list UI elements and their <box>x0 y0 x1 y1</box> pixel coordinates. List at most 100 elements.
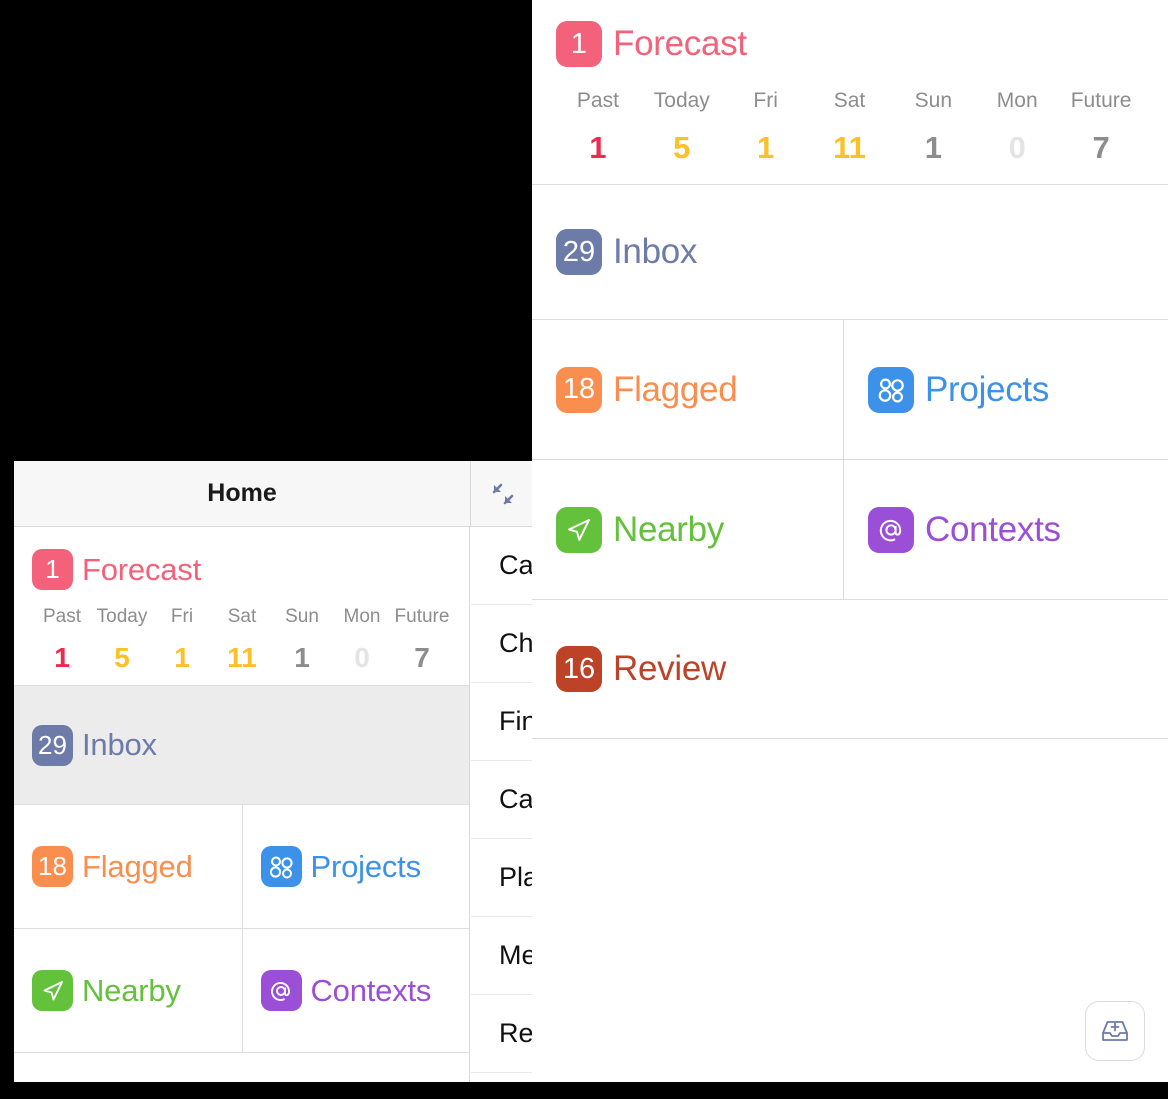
panel-item-label: Inbox <box>613 232 698 271</box>
forecast-day-label: Sun <box>914 89 953 112</box>
panel-empty-area <box>532 739 1168 1082</box>
panel-item-label: Contexts <box>925 509 1061 549</box>
forecast-day-column[interactable]: Today 5 <box>92 606 152 674</box>
list-item[interactable]: Plan <box>471 839 535 917</box>
panel-item-forecast[interactable]: 1 Forecast Past 1 Today 5 Fri 1 Sat 11 S… <box>532 0 1168 185</box>
inbox-badge: 29 <box>32 724 73 766</box>
list-item[interactable]: Rem <box>471 995 535 1073</box>
sidebar-item-label: Forecast <box>82 551 201 587</box>
forecast-day-label: Fri <box>753 89 778 112</box>
projects-circles-icon <box>260 846 302 887</box>
forecast-day-column[interactable]: Fri 1 <box>152 606 212 674</box>
sidebar-row-nearby-contexts: Nearby Contexts <box>14 929 469 1053</box>
forecast-day-count: 11 <box>833 130 866 165</box>
forecast-day-column[interactable]: Sun 1 <box>891 89 975 166</box>
review-badge: 16 <box>556 646 602 692</box>
sidebar-item-inbox[interactable]: 29 Inbox <box>14 686 469 805</box>
forecast-day-count: 1 <box>174 642 190 673</box>
panel-item-flagged[interactable]: 18 Flagged <box>532 320 843 459</box>
list-item[interactable]: Call <box>471 527 535 605</box>
forecast-day-label: Sat <box>833 89 866 112</box>
forecast-day-label: Fri <box>170 606 194 627</box>
forecast-day-label: Today <box>96 606 148 627</box>
forecast-day-count: 11 <box>227 642 257 673</box>
forecast-day-count: 1 <box>54 642 70 673</box>
list-item[interactable]: Call <box>471 761 535 839</box>
forecast-day-count: 5 <box>673 130 691 165</box>
forecast-day-label: Mon <box>996 89 1038 112</box>
forecast-day-count: 7 <box>414 642 430 673</box>
inbox-tray-plus-icon[interactable] <box>1085 1001 1145 1061</box>
list-item[interactable]: Mee <box>471 917 535 995</box>
forecast-day-column[interactable]: Sat 11 <box>808 89 892 166</box>
screen: Home 1 Forecast Past 1 Today 5 Fri 1 Sat… <box>0 0 1168 1099</box>
at-sign-icon <box>260 970 302 1011</box>
forecast-day-count: 0 <box>354 642 370 673</box>
forecast-day-column[interactable]: Mon 0 <box>332 606 392 674</box>
panel-item-nearby[interactable]: Nearby <box>532 460 843 599</box>
forecast-day-label: Past <box>576 89 619 112</box>
expand-diagonal-icon[interactable] <box>470 461 535 526</box>
inbox-badge: 29 <box>556 229 602 275</box>
forecast-day-count: 5 <box>114 642 130 673</box>
list-item[interactable]: Find <box>471 683 535 761</box>
forecast-day-grid: Past 1 Today 5 Fri 1 Sat 11 Sun 1 Mon 0 … <box>32 606 452 674</box>
sidebar-row-flagged-projects: 18 Flagged Projects <box>14 805 469 929</box>
forecast-day-count: 1 <box>757 130 775 165</box>
panel-item-label: Forecast <box>613 24 747 63</box>
forecast-day-column[interactable]: Past 1 <box>32 606 92 674</box>
forecast-day-label: Today <box>653 89 710 112</box>
forecast-day-column[interactable]: Future 7 <box>1059 89 1143 166</box>
sidebar-item-nearby[interactable]: Nearby <box>14 929 242 1052</box>
forecast-day-label: Sun <box>285 606 319 627</box>
forecast-day-label: Future <box>1070 89 1132 112</box>
panel-item-label: Flagged <box>613 369 738 409</box>
forecast-day-label: Past <box>42 606 82 627</box>
panel-item-review[interactable]: 16 Review <box>532 600 1168 739</box>
forecast-day-label: Sat <box>227 606 257 627</box>
forecast-day-column[interactable]: Today 5 <box>640 89 724 166</box>
sidebar-item-label: Inbox <box>82 727 157 762</box>
flagged-badge: 18 <box>556 366 602 413</box>
forecast-day-count: 0 <box>1008 130 1026 165</box>
forecast-day-column[interactable]: Mon 0 <box>975 89 1059 166</box>
forecast-day-grid: Past 1 Today 5 Fri 1 Sat 11 Sun 1 Mon 0 … <box>556 89 1143 166</box>
at-sign-icon <box>868 506 914 553</box>
forecast-day-label: Mon <box>343 606 381 627</box>
forecast-badge: 1 <box>32 549 73 590</box>
background-task-list: Call Cha Find Call Plan Mee Rem <box>471 527 535 1082</box>
panel-item-contexts[interactable]: Contexts <box>843 460 1168 599</box>
forecast-day-label: Future <box>394 606 450 627</box>
panel-item-label: Nearby <box>613 509 725 549</box>
sidebar-item-flagged[interactable]: 18 Flagged <box>14 805 242 928</box>
sidebar-item-projects[interactable]: Projects <box>241 805 470 928</box>
panel-item-label: Projects <box>925 369 1050 409</box>
background-window-body: 1 Forecast Past 1 Today 5 Fri 1 Sat 11 S… <box>14 527 535 1082</box>
forecast-day-column[interactable]: Future 7 <box>392 606 452 674</box>
navigation-arrow-icon <box>556 506 602 553</box>
home-panel: 1 Forecast Past 1 Today 5 Fri 1 Sat 11 S… <box>532 0 1168 1082</box>
panel-item-inbox[interactable]: 29 Inbox <box>532 185 1168 320</box>
forecast-day-count: 1 <box>589 130 607 165</box>
navigation-arrow-icon <box>32 970 73 1011</box>
page-title: Home <box>207 479 277 507</box>
forecast-day-column[interactable]: Sat 11 <box>212 606 272 674</box>
projects-circles-icon <box>868 366 914 413</box>
forecast-day-count: 1 <box>924 130 942 165</box>
forecast-day-count: 7 <box>1092 130 1110 165</box>
background-sidebar: 1 Forecast Past 1 Today 5 Fri 1 Sat 11 S… <box>14 527 470 1082</box>
forecast-day-column[interactable]: Sun 1 <box>272 606 332 674</box>
forecast-badge: 1 <box>556 21 602 67</box>
sidebar-item-forecast[interactable]: 1 Forecast Past 1 Today 5 Fri 1 Sat 11 S… <box>14 527 469 686</box>
panel-row-nearby-contexts: Nearby Contexts <box>532 460 1168 600</box>
sidebar-item-label: Projects <box>310 848 422 884</box>
list-item[interactable]: Cha <box>471 605 535 683</box>
panel-item-label: Review <box>613 649 726 688</box>
sidebar-item-contexts[interactable]: Contexts <box>241 929 470 1052</box>
sidebar-item-label: Nearby <box>82 972 181 1008</box>
background-window-titlebar: Home <box>14 461 535 527</box>
forecast-day-column[interactable]: Fri 1 <box>724 89 808 166</box>
forecast-day-column[interactable]: Past 1 <box>556 89 640 166</box>
panel-row-flagged-projects: 18 Flagged Projects <box>532 320 1168 460</box>
panel-item-projects[interactable]: Projects <box>843 320 1168 459</box>
